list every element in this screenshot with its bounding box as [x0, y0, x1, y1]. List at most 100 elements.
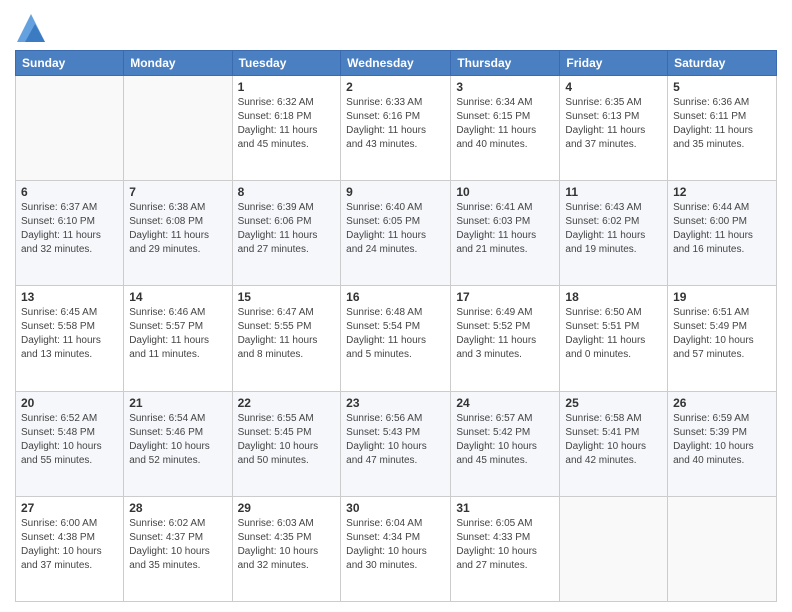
header: [15, 10, 777, 42]
day-number: 13: [21, 290, 118, 304]
day-info: Sunrise: 6:55 AM Sunset: 5:45 PM Dayligh…: [238, 412, 336, 468]
day-number: 9: [346, 185, 445, 199]
day-number: 31: [456, 501, 554, 515]
day-number: 24: [456, 396, 554, 410]
calendar-cell: 1 Sunrise: 6:32 AM Sunset: 6:18 PM Daylig…: [232, 76, 341, 181]
day-number: 19: [673, 290, 771, 304]
col-header-saturday: Saturday: [668, 51, 777, 76]
calendar-cell: 5 Sunrise: 6:36 AM Sunset: 6:11 PM Daylig…: [668, 76, 777, 181]
day-number: 17: [456, 290, 554, 304]
day-number: 16: [346, 290, 445, 304]
day-number: 22: [238, 396, 336, 410]
day-number: 6: [21, 185, 118, 199]
header-row: SundayMondayTuesdayWednesdayThursdayFrid…: [16, 51, 777, 76]
calendar-cell: 3Sunrise: 6:34 AM Sunset: 6:15 PM Daylig…: [451, 76, 560, 181]
day-info: Sunrise: 6:04 AM Sunset: 4:34 PM Dayligh…: [346, 517, 445, 573]
day-number: 1: [238, 80, 336, 94]
calendar-cell: 14Sunrise: 6:46 AM Sunset: 5:57 PM Dayli…: [124, 286, 232, 391]
week-row-1: 1 Sunrise: 6:32 AM Sunset: 6:18 PM Daylig…: [16, 76, 777, 181]
calendar-cell: 12Sunrise: 6:44 AM Sunset: 6:00 PM Dayli…: [668, 181, 777, 286]
calendar-cell: 26 Sunrise: 6:59 AM Sunset: 5:39 PM Dayli…: [668, 391, 777, 496]
day-info: Sunrise: 6:50 AM Sunset: 5:51 PM Dayligh…: [565, 306, 662, 362]
calendar-cell: 8 Sunrise: 6:39 AM Sunset: 6:06 PM Daylig…: [232, 181, 341, 286]
calendar-cell: 21Sunrise: 6:54 AM Sunset: 5:46 PM Dayli…: [124, 391, 232, 496]
day-number: 28: [129, 501, 226, 515]
day-info: Sunrise: 6:52 AM Sunset: 5:48 PM Dayligh…: [21, 412, 118, 468]
calendar-cell: 7Sunrise: 6:38 AM Sunset: 6:08 PM Daylig…: [124, 181, 232, 286]
day-info: Sunrise: 6:03 AM Sunset: 4:35 PM Dayligh…: [238, 517, 336, 573]
day-info: Sunrise: 6:47 AM Sunset: 5:55 PM Dayligh…: [238, 306, 336, 362]
day-info: Sunrise: 6:46 AM Sunset: 5:57 PM Dayligh…: [129, 306, 226, 362]
day-number: 8: [238, 185, 336, 199]
calendar-cell: 24Sunrise: 6:57 AM Sunset: 5:42 PM Dayli…: [451, 391, 560, 496]
day-info: Sunrise: 6:36 AM Sunset: 6:11 PM Dayligh…: [673, 96, 771, 152]
calendar-cell: 6 Sunrise: 6:37 AM Sunset: 6:10 PM Daylig…: [16, 181, 124, 286]
day-info: Sunrise: 6:33 AM Sunset: 6:16 PM Dayligh…: [346, 96, 445, 152]
calendar-cell: 2 Sunrise: 6:33 AM Sunset: 6:16 PM Daylig…: [341, 76, 451, 181]
day-info: Sunrise: 6:59 AM Sunset: 5:39 PM Dayligh…: [673, 412, 771, 468]
calendar-cell: 23 Sunrise: 6:56 AM Sunset: 5:43 PM Dayli…: [341, 391, 451, 496]
calendar-cell: 17 Sunrise: 6:49 AM Sunset: 5:52 PM Dayli…: [451, 286, 560, 391]
day-info: Sunrise: 6:49 AM Sunset: 5:52 PM Dayligh…: [456, 306, 554, 362]
day-info: Sunrise: 6:37 AM Sunset: 6:10 PM Dayligh…: [21, 201, 118, 257]
calendar-cell: 25Sunrise: 6:58 AM Sunset: 5:41 PM Dayli…: [560, 391, 668, 496]
day-number: 27: [21, 501, 118, 515]
day-number: 4: [565, 80, 662, 94]
calendar-cell: 15 Sunrise: 6:47 AM Sunset: 5:55 PM Dayli…: [232, 286, 341, 391]
calendar-cell: 9 Sunrise: 6:40 AM Sunset: 6:05 PM Daylig…: [341, 181, 451, 286]
week-row-4: 20 Sunrise: 6:52 AM Sunset: 5:48 PM Dayli…: [16, 391, 777, 496]
col-header-sunday: Sunday: [16, 51, 124, 76]
calendar-cell: 13 Sunrise: 6:45 AM Sunset: 5:58 PM Dayli…: [16, 286, 124, 391]
day-number: 3: [456, 80, 554, 94]
day-number: 11: [565, 185, 662, 199]
day-info: Sunrise: 6:38 AM Sunset: 6:08 PM Dayligh…: [129, 201, 226, 257]
week-row-3: 13 Sunrise: 6:45 AM Sunset: 5:58 PM Dayli…: [16, 286, 777, 391]
calendar-cell: 19 Sunrise: 6:51 AM Sunset: 5:49 PM Dayli…: [668, 286, 777, 391]
week-row-2: 6 Sunrise: 6:37 AM Sunset: 6:10 PM Daylig…: [16, 181, 777, 286]
day-number: 23: [346, 396, 445, 410]
calendar-cell: 31 Sunrise: 6:05 AM Sunset: 4:33 PM Dayli…: [451, 496, 560, 601]
day-number: 15: [238, 290, 336, 304]
day-number: 25: [565, 396, 662, 410]
day-number: 26: [673, 396, 771, 410]
day-info: Sunrise: 6:43 AM Sunset: 6:02 PM Dayligh…: [565, 201, 662, 257]
calendar-cell: 18Sunrise: 6:50 AM Sunset: 5:51 PM Dayli…: [560, 286, 668, 391]
day-info: Sunrise: 6:56 AM Sunset: 5:43 PM Dayligh…: [346, 412, 445, 468]
day-number: 20: [21, 396, 118, 410]
col-header-thursday: Thursday: [451, 51, 560, 76]
calendar-cell: 11 Sunrise: 6:43 AM Sunset: 6:02 PM Dayli…: [560, 181, 668, 286]
day-info: Sunrise: 6:41 AM Sunset: 6:03 PM Dayligh…: [456, 201, 554, 257]
col-header-wednesday: Wednesday: [341, 51, 451, 76]
day-info: Sunrise: 6:39 AM Sunset: 6:06 PM Dayligh…: [238, 201, 336, 257]
day-info: Sunrise: 6:02 AM Sunset: 4:37 PM Dayligh…: [129, 517, 226, 573]
calendar-cell: 27 Sunrise: 6:00 AM Sunset: 4:38 PM Dayli…: [16, 496, 124, 601]
calendar-cell: 10 Sunrise: 6:41 AM Sunset: 6:03 PM Dayli…: [451, 181, 560, 286]
day-info: Sunrise: 6:00 AM Sunset: 4:38 PM Dayligh…: [21, 517, 118, 573]
calendar-cell: 4Sunrise: 6:35 AM Sunset: 6:13 PM Daylig…: [560, 76, 668, 181]
day-info: Sunrise: 6:32 AM Sunset: 6:18 PM Dayligh…: [238, 96, 336, 152]
day-number: 21: [129, 396, 226, 410]
calendar-cell: 20 Sunrise: 6:52 AM Sunset: 5:48 PM Dayli…: [16, 391, 124, 496]
day-info: Sunrise: 6:40 AM Sunset: 6:05 PM Dayligh…: [346, 201, 445, 257]
calendar-cell: [560, 496, 668, 601]
col-header-monday: Monday: [124, 51, 232, 76]
logo-icon: [17, 14, 45, 42]
day-info: Sunrise: 6:48 AM Sunset: 5:54 PM Dayligh…: [346, 306, 445, 362]
logo: [15, 14, 45, 42]
day-info: Sunrise: 6:51 AM Sunset: 5:49 PM Dayligh…: [673, 306, 771, 362]
page: SundayMondayTuesdayWednesdayThursdayFrid…: [0, 0, 792, 612]
calendar-cell: [668, 496, 777, 601]
calendar-cell: 29Sunrise: 6:03 AM Sunset: 4:35 PM Dayli…: [232, 496, 341, 601]
calendar-cell: 30Sunrise: 6:04 AM Sunset: 4:34 PM Dayli…: [341, 496, 451, 601]
day-info: Sunrise: 6:05 AM Sunset: 4:33 PM Dayligh…: [456, 517, 554, 573]
day-info: Sunrise: 6:45 AM Sunset: 5:58 PM Dayligh…: [21, 306, 118, 362]
day-number: 5: [673, 80, 771, 94]
col-header-tuesday: Tuesday: [232, 51, 341, 76]
col-header-friday: Friday: [560, 51, 668, 76]
day-number: 10: [456, 185, 554, 199]
day-number: 2: [346, 80, 445, 94]
calendar-cell: [124, 76, 232, 181]
calendar-table: SundayMondayTuesdayWednesdayThursdayFrid…: [15, 50, 777, 602]
day-info: Sunrise: 6:44 AM Sunset: 6:00 PM Dayligh…: [673, 201, 771, 257]
calendar-cell: 22 Sunrise: 6:55 AM Sunset: 5:45 PM Dayli…: [232, 391, 341, 496]
